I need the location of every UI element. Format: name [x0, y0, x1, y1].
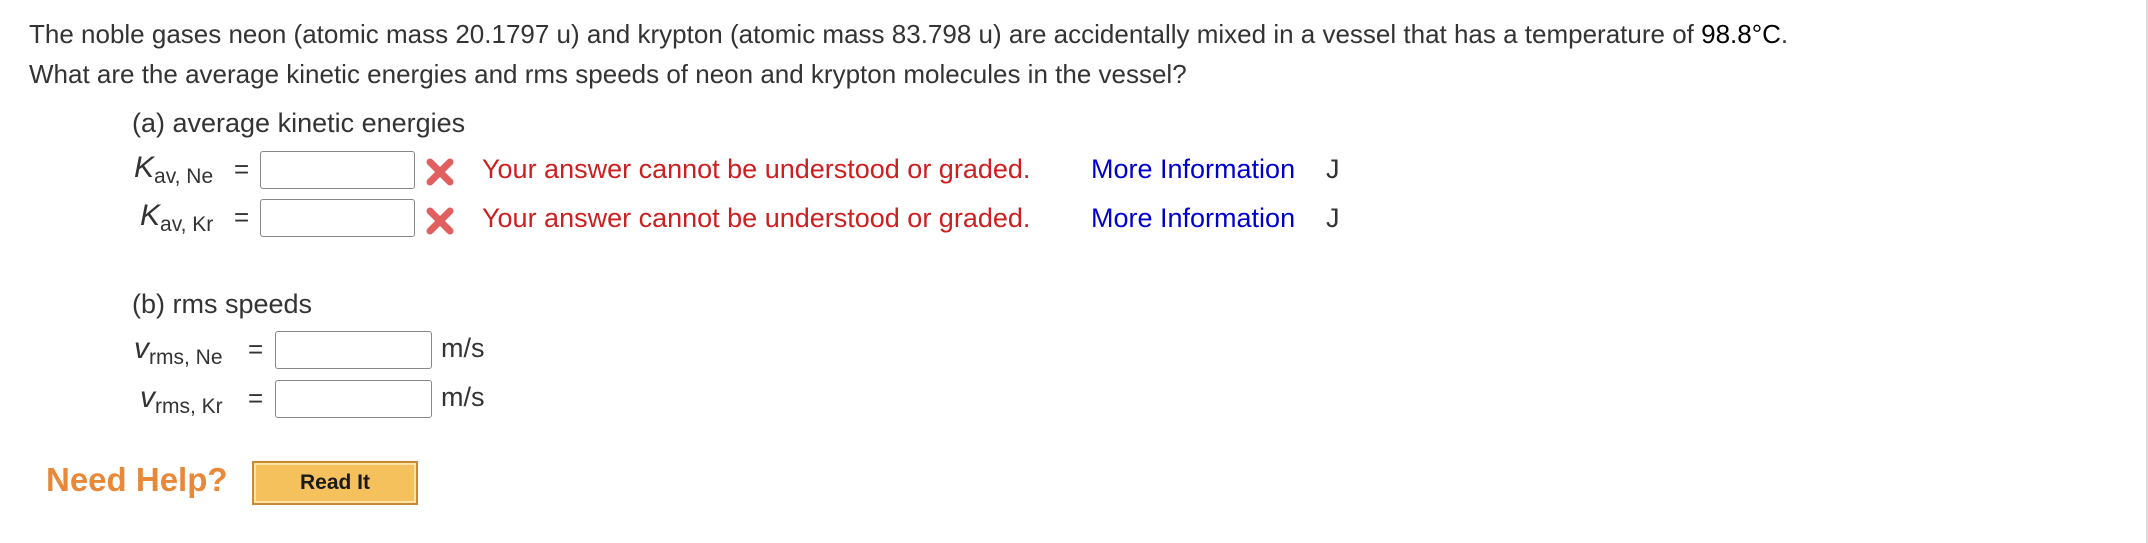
- k-av-ne-symbol: K: [134, 151, 155, 184]
- part-b-title: (b) rms speeds: [132, 289, 313, 319]
- read-it-button[interactable]: Read It: [252, 461, 418, 505]
- k-av-kr-more-information-link[interactable]: More Information: [1091, 203, 1295, 234]
- question-temperature: 98.8°C: [1701, 19, 1781, 49]
- question-line2-text: What are the average kinetic energies an…: [29, 59, 1187, 89]
- v-rms-kr-label: vrms, Kr: [140, 381, 223, 419]
- v-rms-kr-symbol: v: [140, 381, 155, 414]
- question-line1-text: The noble gases neon (atomic mass 20.179…: [29, 19, 1702, 49]
- need-help-label: Need Help?: [46, 461, 228, 498]
- v-rms-ne-label: vrms, Ne: [134, 332, 223, 370]
- incorrect-x-icon: [426, 207, 454, 235]
- question-line1-end: .: [1780, 19, 1789, 49]
- v-rms-ne-unit: m/s: [441, 333, 485, 363]
- k-av-kr-unit: J: [1326, 203, 1340, 233]
- v-rms-kr-unit: m/s: [441, 382, 485, 412]
- v-rms-kr-equals: =: [248, 383, 264, 413]
- part-a-title: (a) average kinetic energies: [132, 108, 466, 138]
- v-rms-kr-input[interactable]: [275, 380, 432, 418]
- k-av-ne-input[interactable]: [260, 151, 415, 189]
- k-av-kr-equals: =: [234, 202, 250, 232]
- v-rms-kr-subscript: rms, Kr: [155, 395, 223, 418]
- question-text: The noble gases neon (atomic mass 20.179…: [29, 14, 2109, 94]
- k-av-ne-more-information-link[interactable]: More Information: [1091, 154, 1295, 185]
- k-av-kr-error-message: Your answer cannot be understood or grad…: [482, 203, 1031, 233]
- k-av-kr-symbol: K: [140, 199, 161, 232]
- v-rms-ne-subscript: rms, Ne: [149, 346, 223, 369]
- v-rms-ne-equals: =: [248, 334, 264, 364]
- k-av-ne-equals: =: [234, 154, 250, 184]
- v-rms-ne-input[interactable]: [275, 331, 432, 369]
- k-av-ne-label: Kav, Ne: [134, 151, 213, 189]
- k-av-kr-input[interactable]: [260, 199, 415, 237]
- k-av-kr-label: Kav, Kr: [140, 199, 213, 237]
- k-av-kr-subscript: av, Kr: [160, 213, 214, 236]
- k-av-ne-subscript: av, Ne: [154, 165, 214, 188]
- k-av-ne-unit: J: [1326, 154, 1340, 184]
- v-rms-ne-symbol: v: [134, 332, 149, 365]
- incorrect-x-icon: [426, 158, 454, 186]
- k-av-ne-error-message: Your answer cannot be understood or grad…: [482, 154, 1031, 184]
